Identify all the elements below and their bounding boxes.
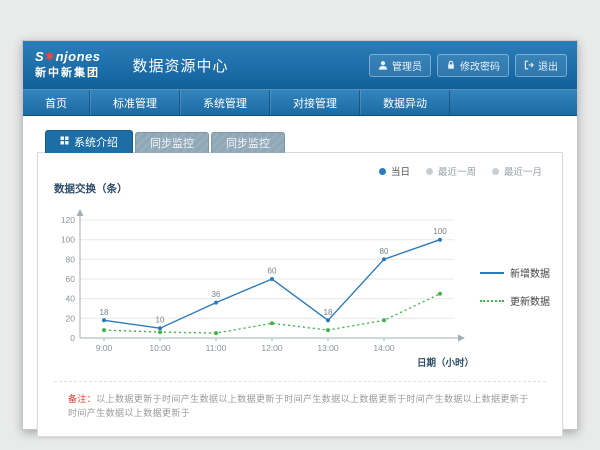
filter-label: 最近一月: [504, 164, 542, 178]
page-title: 数据资源中心: [120, 55, 228, 76]
filter-label: 最近一周: [438, 164, 476, 178]
svg-text:11:00: 11:00: [206, 343, 227, 353]
svg-text:18: 18: [100, 308, 109, 317]
nav-item-standards[interactable]: 标准管理: [90, 90, 180, 115]
brand-logo: S✶njones 新中新集团: [23, 47, 110, 83]
tab-bar: 系统介绍 同步监控 同步监控: [37, 130, 563, 153]
svg-text:9:00: 9:00: [96, 343, 113, 353]
svg-text:60: 60: [268, 267, 277, 276]
svg-text:36: 36: [212, 290, 221, 299]
tab-sync-monitor-2[interactable]: 同步监控: [211, 132, 285, 153]
svg-text:40: 40: [66, 294, 76, 304]
logo-company-name: 新中新集团: [35, 67, 100, 80]
svg-text:100: 100: [433, 227, 447, 236]
main-nav: 首页 标准管理 系统管理 对接管理 数据异动: [23, 89, 577, 116]
legend-label: 新增数据: [510, 265, 550, 280]
legend-dot-icon: [379, 168, 386, 175]
svg-text:120: 120: [61, 215, 75, 225]
app-window: S✶njones 新中新集团 数据资源中心 管理员 修改密码 退出 首页 标准管…: [22, 40, 578, 430]
content-area: 系统介绍 同步监控 同步监控 当日 最近一周: [23, 116, 577, 437]
svg-text:60: 60: [66, 274, 76, 284]
svg-text:20: 20: [66, 313, 76, 323]
tab-label: 同步监控: [150, 135, 194, 151]
filter-label: 当日: [391, 164, 410, 178]
admin-button[interactable]: 管理员: [369, 54, 431, 77]
svg-text:0: 0: [70, 333, 75, 343]
tab-sync-monitor-1[interactable]: 同步监控: [135, 132, 209, 153]
filter-last-week[interactable]: 最近一周: [426, 164, 476, 178]
svg-text:18: 18: [324, 308, 333, 317]
logout-button-label: 退出: [538, 58, 558, 73]
logo-text-prefix: S: [35, 49, 44, 64]
footnote-prefix: 备注：: [68, 394, 96, 404]
svg-text:13:00: 13:00: [317, 343, 339, 353]
nav-item-home[interactable]: 首页: [23, 90, 90, 115]
time-range-filters: 当日 最近一周 最近一月: [38, 153, 562, 178]
lock-icon: [446, 60, 456, 70]
tab-label: 同步监控: [226, 135, 270, 151]
solid-line-sample-icon: [480, 272, 504, 274]
admin-button-label: 管理员: [392, 58, 422, 73]
svg-text:80: 80: [380, 247, 389, 256]
legend-item-new-data[interactable]: 新增数据: [480, 265, 550, 280]
tab-system-intro[interactable]: 系统介绍: [45, 130, 133, 153]
legend-dot-icon: [426, 168, 433, 175]
dotted-line-sample-icon: [480, 300, 504, 302]
tab-label: 系统介绍: [74, 134, 118, 150]
logo-text-suffix: njones: [56, 49, 101, 64]
logout-button[interactable]: 退出: [515, 54, 567, 77]
footnote: 备注：以上数据更新于时间产生数据以上数据更新于时间产生数据以上数据更新于时间产生…: [54, 381, 546, 430]
footnote-text: 以上数据更新于时间产生数据以上数据更新于时间产生数据以上数据更新于时间产生数据以…: [68, 394, 529, 418]
svg-text:100: 100: [61, 235, 75, 245]
legend-item-updated-data[interactable]: 更新数据: [480, 293, 550, 308]
change-password-label: 修改密码: [460, 58, 500, 73]
svg-text:14:00: 14:00: [373, 343, 395, 353]
nav-item-data-change[interactable]: 数据异动: [360, 90, 450, 115]
nav-item-interface[interactable]: 对接管理: [270, 90, 360, 115]
change-password-button[interactable]: 修改密码: [437, 54, 509, 77]
svg-text:10:00: 10:00: [149, 343, 171, 353]
svg-text:12:00: 12:00: [261, 343, 283, 353]
line-chart: 0 20 40 60 80 100 120 9:00 10:00 11:00 12:00 13:00 1…: [46, 196, 478, 377]
filter-last-month[interactable]: 最近一月: [492, 164, 542, 178]
logo-wordmark: S✶njones: [35, 50, 100, 65]
svg-text:10: 10: [156, 316, 165, 325]
user-icon: [378, 60, 388, 70]
legend-label: 更新数据: [510, 293, 550, 308]
app-header: S✶njones 新中新集团 数据资源中心 管理员 修改密码 退出: [23, 41, 577, 89]
grid-icon: [60, 136, 69, 148]
logout-icon: [524, 60, 534, 70]
star-icon: ✶: [44, 49, 55, 64]
legend-dot-icon: [492, 168, 499, 175]
filter-today[interactable]: 当日: [379, 164, 410, 178]
chart-legend: 新增数据 更新数据: [480, 265, 550, 308]
y-axis-title: 数据交换（条）: [54, 181, 562, 196]
chart-row: 0 20 40 60 80 100 120 9:00 10:00 11:00 12:00 13:00 1…: [38, 196, 562, 377]
nav-item-system[interactable]: 系统管理: [180, 90, 270, 115]
svg-text:80: 80: [66, 254, 76, 264]
header-actions: 管理员 修改密码 退出: [369, 54, 577, 77]
chart-panel: 当日 最近一周 最近一月 数据交换（条） 0 20 40 60 80 100 120 9:00…: [37, 152, 563, 437]
svg-text:日期（小时）: 日期（小时）: [417, 357, 474, 369]
